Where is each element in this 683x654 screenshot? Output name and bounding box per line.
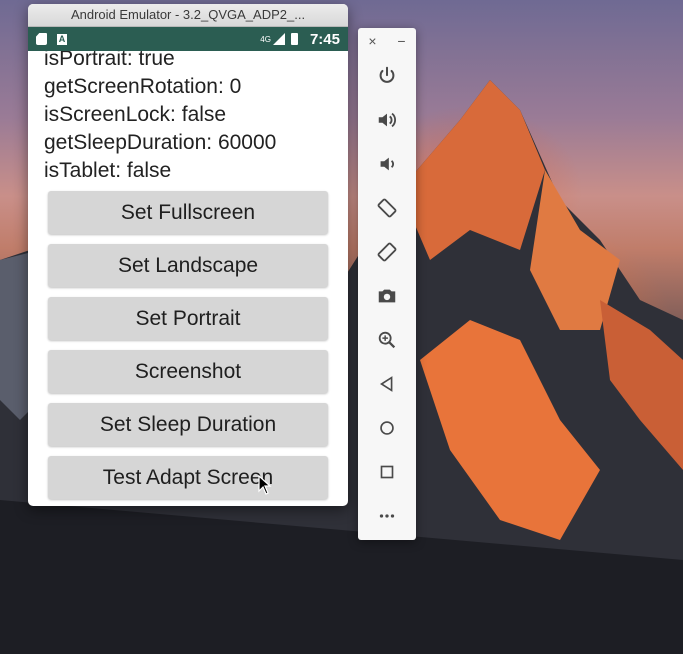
app-content: isPortrait: true getScreenRotation: 0 is… xyxy=(28,45,348,499)
back-icon xyxy=(379,376,393,392)
back-button[interactable] xyxy=(358,362,416,406)
network-type: 4G xyxy=(260,34,271,44)
sd-card-icon xyxy=(36,33,47,45)
battery-icon xyxy=(290,33,298,45)
minimize-icon[interactable]: − xyxy=(397,33,405,49)
info-list: isPortrait: true getScreenRotation: 0 is… xyxy=(44,45,332,185)
status-time: 7:45 xyxy=(309,30,340,48)
volume-down-button[interactable] xyxy=(358,142,416,186)
mouse-cursor-icon xyxy=(258,475,272,495)
camera-icon xyxy=(378,289,396,303)
overview-icon xyxy=(380,465,394,479)
camera-button[interactable] xyxy=(358,274,416,318)
emulator-window: Android Emulator - 3.2_QVGA_ADP2_... A 4… xyxy=(28,4,348,506)
home-button[interactable] xyxy=(358,406,416,450)
status-bar: A 4G 7:45 xyxy=(28,27,348,51)
set-portrait-button[interactable]: Set Portrait xyxy=(48,297,328,340)
close-icon[interactable]: × xyxy=(368,33,376,49)
rotate-left-icon xyxy=(377,198,397,218)
emulator-toolbar: × − xyxy=(358,28,416,540)
set-sleep-duration-button[interactable]: Set Sleep Duration xyxy=(48,403,328,446)
window-title[interactable]: Android Emulator - 3.2_QVGA_ADP2_... xyxy=(28,4,348,27)
zoom-button[interactable] xyxy=(358,318,416,362)
zoom-icon xyxy=(378,331,396,349)
info-screen-rotation: getScreenRotation: 0 xyxy=(44,75,242,98)
info-is-tablet: isTablet: false xyxy=(44,159,172,182)
overview-button[interactable] xyxy=(358,450,416,494)
set-landscape-button[interactable]: Set Landscape xyxy=(48,244,328,287)
info-sleep-duration: getSleepDuration: 60000 xyxy=(44,131,277,154)
volume-up-button[interactable] xyxy=(358,98,416,142)
info-screen-lock: isScreenLock: false xyxy=(44,103,227,126)
power-button[interactable] xyxy=(358,54,416,98)
rotate-left-button[interactable] xyxy=(358,186,416,230)
home-icon xyxy=(380,421,394,435)
test-adapt-screen-button[interactable]: Test Adapt Screen xyxy=(48,456,328,499)
screenshot-button[interactable]: Screenshot xyxy=(48,350,328,393)
power-icon xyxy=(379,66,395,83)
set-fullscreen-button[interactable]: Set Fullscreen xyxy=(48,191,328,234)
more-button[interactable] xyxy=(358,494,416,538)
rotate-right-button[interactable] xyxy=(358,230,416,274)
volume-down-icon xyxy=(380,157,394,171)
button-list: Set Fullscreen Set Landscape Set Portrai… xyxy=(44,191,332,499)
volume-up-icon xyxy=(378,112,396,128)
more-icon xyxy=(379,514,395,518)
rotate-right-icon xyxy=(377,242,397,262)
app-notification-icon: A xyxy=(57,33,67,45)
signal-icon xyxy=(272,33,285,45)
